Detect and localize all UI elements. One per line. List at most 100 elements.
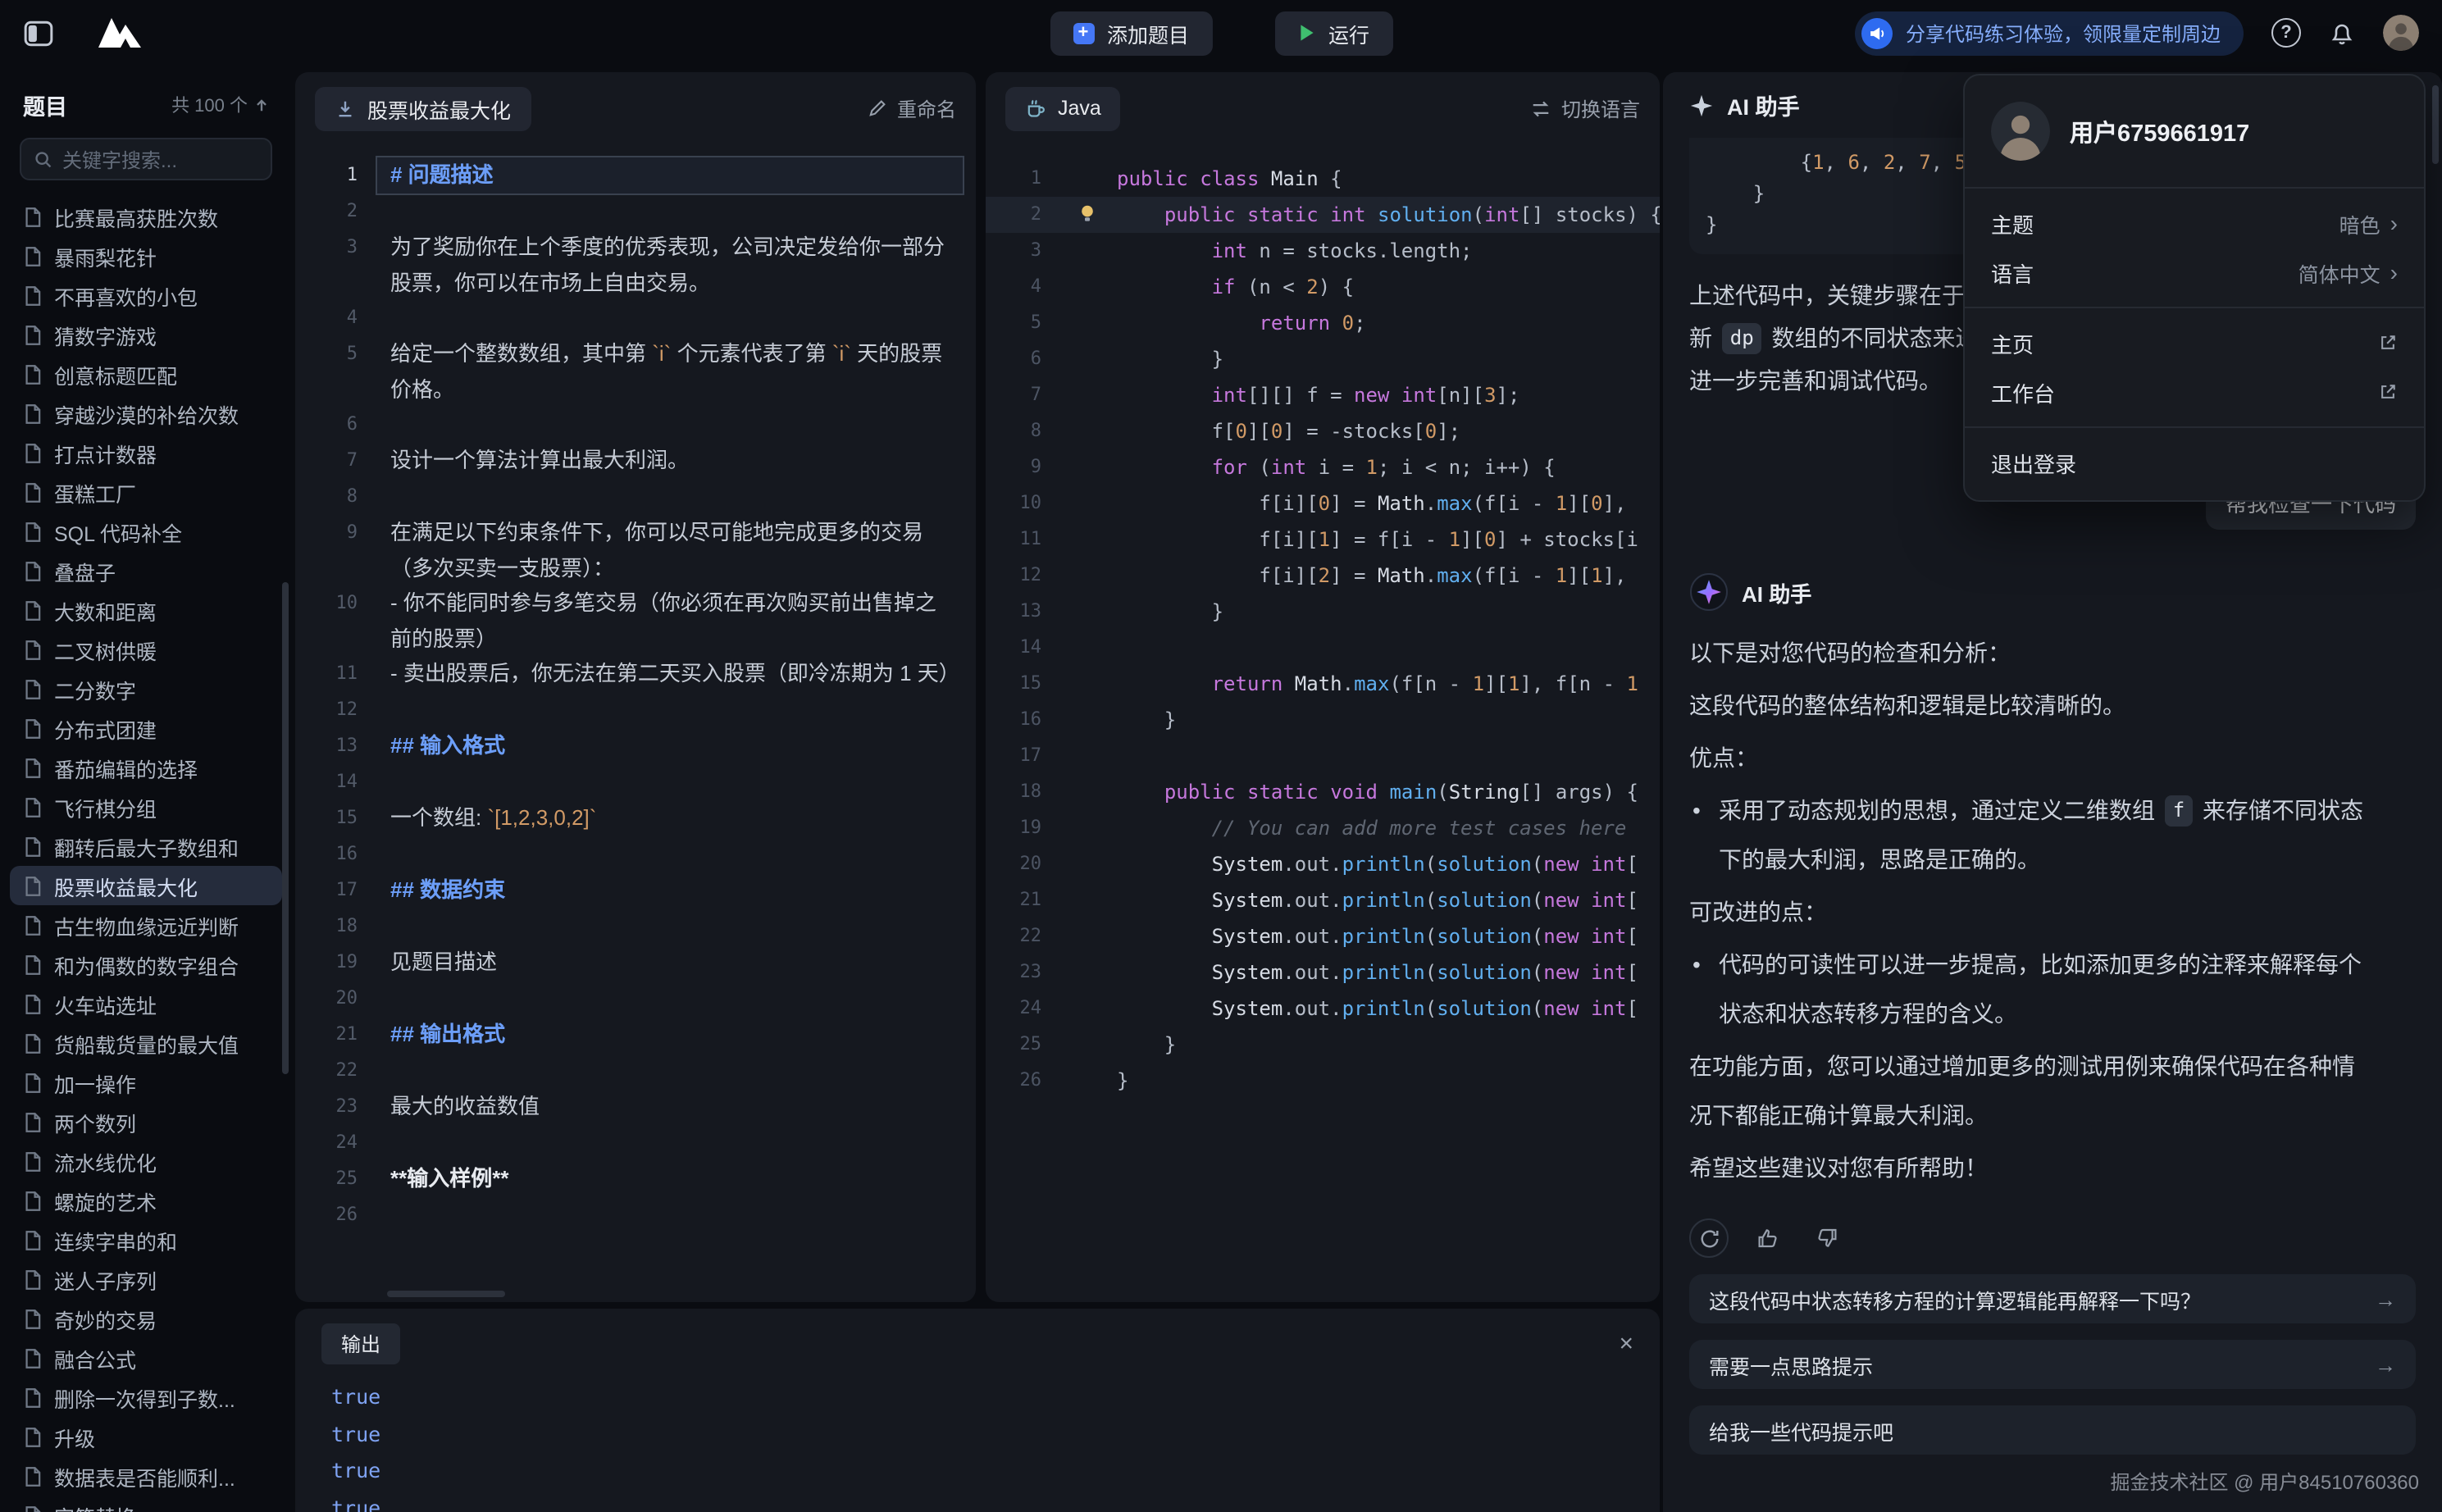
sidebar-item[interactable]: 连续字串的和 bbox=[10, 1220, 282, 1259]
sidebar-item[interactable]: 暴雨梨花针 bbox=[10, 236, 282, 276]
code-line: 5 return 0; bbox=[986, 305, 1660, 341]
document-icon bbox=[23, 481, 43, 503]
sidebar-item-label: 迷人子序列 bbox=[54, 1264, 157, 1295]
sidebar-item[interactable]: 穿越沙漠的补给次数 bbox=[10, 394, 282, 433]
sidebar-item[interactable]: 翻转后最大子数组和 bbox=[10, 827, 282, 866]
menu-item-language[interactable]: 语言 简体中文› bbox=[1965, 248, 2424, 297]
divider bbox=[1965, 426, 2424, 428]
sidebar-item[interactable]: 二分数字 bbox=[10, 669, 282, 708]
markdown-line: 23最大的收益数值 bbox=[295, 1089, 976, 1125]
sidebar-toggle-button[interactable] bbox=[23, 17, 54, 48]
document-icon bbox=[23, 757, 43, 778]
menu-item-logout[interactable]: 退出登录 bbox=[1965, 438, 2424, 487]
sidebar-item[interactable]: 字符替换 bbox=[10, 1496, 282, 1512]
markdown-line: 11- 卖出股票后，你无法在第二天买入股票（即冷冻期为 1 天） bbox=[295, 656, 976, 692]
ai-paragraph: 在功能方面，您可以通过增加更多的测试用例来确保代码在各种情况下都能正确计算最大利… bbox=[1689, 1041, 2367, 1140]
sidebar-item[interactable]: 创意标题匹配 bbox=[10, 354, 282, 394]
sidebar-item[interactable]: 加一操作 bbox=[10, 1063, 282, 1102]
rename-button[interactable]: 重命名 bbox=[868, 94, 956, 122]
sidebar-item-label: 加一操作 bbox=[54, 1067, 136, 1098]
logout-label: 退出登录 bbox=[1991, 447, 2076, 478]
code-line: 22 System.out.println(solution(new int[ bbox=[986, 918, 1660, 954]
thumbs-down-button[interactable] bbox=[1807, 1218, 1847, 1258]
sidebar-item-label: 融合公式 bbox=[54, 1342, 136, 1373]
output-tab[interactable]: 输出 bbox=[321, 1323, 400, 1364]
suggestion-chip[interactable]: 需要一点思路提示 → bbox=[1689, 1340, 2416, 1389]
sidebar-item[interactable]: 蛋糕工厂 bbox=[10, 472, 282, 512]
suggestion-chip[interactable]: 这段代码中状态转移方程的计算逻辑能再解释一下吗？ → bbox=[1689, 1274, 2416, 1323]
markdown-line: 24 bbox=[295, 1125, 976, 1161]
search-input[interactable]: 关键字搜索... bbox=[20, 138, 272, 180]
sidebar-item[interactable]: 火车站选址 bbox=[10, 984, 282, 1023]
output-line: true bbox=[331, 1490, 1660, 1512]
ai-paragraph: 以下是对您代码的检查和分析： bbox=[1689, 628, 2367, 677]
sidebar-scrollbar[interactable] bbox=[282, 582, 289, 1074]
promo-badge[interactable]: 分享代码练习体验，领限量定制周边 bbox=[1855, 11, 2244, 55]
sidebar-item[interactable]: 分布式团建 bbox=[10, 708, 282, 748]
sidebar-item[interactable]: 比赛最高获胜次数 bbox=[10, 197, 282, 236]
close-icon[interactable]: × bbox=[1619, 1332, 1633, 1356]
markdown-editor[interactable]: 1# 问题描述23为了奖励你在上个季度的优秀表现，公司决定发给你一部分股票，你可… bbox=[295, 144, 976, 1233]
sidebar-item[interactable]: 升级 bbox=[10, 1417, 282, 1456]
notifications-button[interactable] bbox=[2329, 20, 2355, 46]
thumbs-up-button[interactable] bbox=[1748, 1218, 1788, 1258]
sidebar-item[interactable]: 不再喜欢的小包 bbox=[10, 276, 282, 315]
horizontal-scrollbar[interactable] bbox=[387, 1291, 505, 1297]
sidebar-item[interactable]: 货船载货量的最大值 bbox=[10, 1023, 282, 1063]
sidebar-item[interactable]: 打点计数器 bbox=[10, 433, 282, 472]
markdown-line: 1# 问题描述 bbox=[295, 157, 976, 194]
add-problem-label: 添加题目 bbox=[1107, 17, 1189, 48]
sidebar-item-label: 流水线优化 bbox=[54, 1145, 157, 1177]
output-line: true bbox=[331, 1416, 1660, 1453]
document-icon bbox=[23, 1229, 43, 1250]
document-icon bbox=[23, 954, 43, 975]
menu-item-home[interactable]: 主页 bbox=[1965, 318, 2424, 367]
document-icon bbox=[23, 442, 43, 463]
sidebar-item[interactable]: 融合公式 bbox=[10, 1338, 282, 1378]
markdown-line: 21## 输出格式 bbox=[295, 1017, 976, 1053]
sidebar-item[interactable]: 叠盘子 bbox=[10, 551, 282, 590]
markdown-line: 5给定一个整数数组，其中第 `i` 个元素代表了第 `i` 天的股票价格。 bbox=[295, 336, 976, 407]
markdown-line: 12 bbox=[295, 692, 976, 728]
app-logo[interactable] bbox=[93, 15, 146, 51]
switch-language-button[interactable]: 切换语言 bbox=[1530, 94, 1640, 122]
sidebar-item[interactable]: 流水线优化 bbox=[10, 1141, 282, 1181]
document-icon bbox=[23, 324, 43, 345]
suggestion-text: 这段代码中状态转移方程的计算逻辑能再解释一下吗？ bbox=[1709, 1283, 2201, 1314]
sidebar-item[interactable]: 螺旋的艺术 bbox=[10, 1181, 282, 1220]
code-editor[interactable]: 1public class Main {2 public static int … bbox=[986, 144, 1660, 1099]
sidebar-item[interactable]: 数据表是否能顺利... bbox=[10, 1456, 282, 1496]
add-problem-button[interactable]: + 添加题目 bbox=[1050, 11, 1212, 55]
menu-item-workspace[interactable]: 工作台 bbox=[1965, 367, 2424, 417]
code-line: 9 for (int i = 1; i < n; i++) { bbox=[986, 449, 1660, 485]
sidebar-item[interactable]: 飞行棋分组 bbox=[10, 787, 282, 827]
sidebar-item[interactable]: 大数和距离 bbox=[10, 590, 282, 630]
sidebar-item[interactable]: 奇妙的交易 bbox=[10, 1299, 282, 1338]
sidebar-item[interactable]: 删除一次得到子数... bbox=[10, 1378, 282, 1417]
lightbulb-icon[interactable] bbox=[1077, 203, 1097, 225]
sidebar-item[interactable]: SQL 代码补全 bbox=[10, 512, 282, 551]
run-label: 运行 bbox=[1328, 17, 1369, 48]
java-icon bbox=[1025, 98, 1046, 119]
problem-title-tab[interactable]: 股票收益最大化 bbox=[315, 86, 531, 130]
help-button[interactable]: ? bbox=[2271, 18, 2301, 48]
run-button[interactable]: 运行 bbox=[1274, 11, 1392, 55]
document-icon bbox=[23, 245, 43, 266]
document-icon bbox=[23, 1426, 43, 1447]
language-tab[interactable]: Java bbox=[1005, 86, 1121, 130]
suggestion-chip[interactable]: 给我一些代码提示吧 bbox=[1689, 1405, 2416, 1455]
sidebar-item[interactable]: 迷人子序列 bbox=[10, 1259, 282, 1299]
ai-panel-title: AI 助手 bbox=[1727, 89, 1800, 121]
sidebar-item[interactable]: 古生物血缘远近判断 bbox=[10, 905, 282, 945]
menu-item-theme[interactable]: 主题 暗色› bbox=[1965, 198, 2424, 248]
user-avatar[interactable] bbox=[2383, 15, 2419, 51]
sidebar-item[interactable]: 番茄编辑的选择 bbox=[10, 748, 282, 787]
regenerate-button[interactable] bbox=[1689, 1218, 1729, 1258]
sidebar-item[interactable]: 猜数字游戏 bbox=[10, 315, 282, 354]
sidebar-item[interactable]: 和为偶数的数字组合 bbox=[10, 945, 282, 984]
ai-scrollbar[interactable] bbox=[2432, 85, 2439, 164]
language-label: Java bbox=[1058, 97, 1101, 120]
sidebar-item[interactable]: 股票收益最大化 bbox=[10, 866, 282, 905]
sidebar-item[interactable]: 二叉树供暖 bbox=[10, 630, 282, 669]
sidebar-item[interactable]: 两个数列 bbox=[10, 1102, 282, 1141]
